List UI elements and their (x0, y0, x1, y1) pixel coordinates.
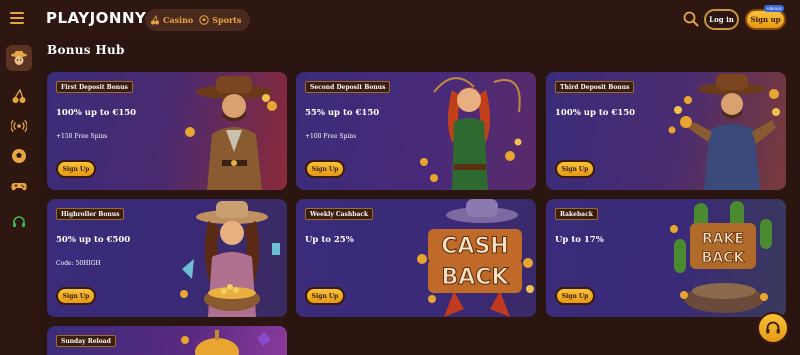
gamepad-icon[interactable] (11, 178, 27, 194)
hamburger-menu-icon[interactable] (10, 12, 24, 24)
sports-tab[interactable]: Sports (199, 15, 241, 25)
bonus-card-rakeback: RAKE BACK Rakeback Up to 17% Sign Up (546, 199, 786, 317)
cash-back-illustration: CASH BACK (417, 199, 534, 317)
card-subtext: +100 Free Spins (305, 133, 357, 140)
cowgirl-gold-pot-illustration (180, 201, 280, 317)
search-icon[interactable] (683, 11, 699, 27)
page-title: Bonus Hub (47, 43, 125, 57)
back-art-text: BACK (702, 250, 746, 266)
login-button[interactable]: Log in (704, 9, 739, 30)
logo[interactable]: PLAYJONNY (46, 9, 146, 27)
casino-tab-label: Casino (163, 15, 194, 25)
sign-up-button[interactable]: Sign Up (56, 287, 96, 305)
soccer-ball-icon (199, 15, 209, 25)
live-broadcast-icon[interactable] (11, 118, 27, 134)
bonus-card-second-deposit: Second Deposit Bonus 55% up to €150 +100… (296, 72, 536, 190)
card-label: First Deposit Bonus (56, 81, 133, 93)
signup-button[interactable]: Sign up (745, 9, 786, 30)
category-switch: Casino Sports (145, 9, 250, 31)
card-label: Rakeback (555, 208, 598, 220)
cherries-icon[interactable] (11, 88, 27, 104)
bonus-card-third-deposit: Third Deposit Bonus 100% up to €150 Sign… (546, 72, 786, 190)
card-label: Sunday Reload (56, 335, 116, 347)
sports-tab-label: Sports (212, 15, 242, 25)
sign-up-button[interactable]: Sign Up (555, 287, 595, 305)
support-chat-button[interactable] (757, 312, 789, 344)
back-art-text: BACK (442, 265, 510, 290)
cowboy-mascot-icon[interactable] (6, 45, 32, 71)
sign-up-button[interactable]: Sign Up (555, 160, 595, 178)
cherries-icon (150, 15, 160, 25)
card-label: Highroller Bonus (56, 208, 125, 220)
bonus-card-first-deposit: First Deposit Bonus 100% up to €150 +150… (47, 72, 287, 190)
cash-art-text: CASH (441, 234, 508, 259)
bonus-card-highroller: Highroller Bonus 50% up to €500 Code: 50… (47, 199, 287, 317)
cowgirl-lasso-illustration (420, 77, 522, 190)
card-label: Weekly Cashback (305, 208, 374, 220)
soccer-ball-icon[interactable] (11, 148, 27, 164)
bonus-card-sunday-reload: Sunday Reload (47, 326, 287, 355)
sign-up-button[interactable]: Sign Up (305, 160, 345, 178)
casino-tab[interactable]: Casino (150, 15, 193, 25)
signup-badge: +bonus (764, 5, 784, 12)
card-offer: 55% up to €150 (305, 108, 380, 118)
headset-icon[interactable] (11, 214, 27, 230)
card-offer: Up to 25% (305, 235, 354, 245)
card-offer: 50% up to €500 (56, 235, 131, 245)
cowboy-illustration (185, 76, 277, 190)
card-subtext: +150 Free Spins (56, 133, 108, 140)
sign-up-button[interactable]: Sign Up (56, 160, 96, 178)
card-offer: 100% up to €150 (56, 108, 137, 118)
card-label: Second Deposit Bonus (305, 81, 391, 93)
card-subtext: Code: 50HIGH (56, 260, 101, 267)
bonus-card-weekly-cashback: CASH BACK Weekly Cashback Up to 25% Sign… (296, 199, 536, 317)
rake-back-cactus-illustration: RAKE BACK (670, 201, 772, 313)
rake-art-text: RAKE (702, 231, 744, 247)
card-offer: Up to 17% (555, 235, 604, 245)
cowboy-coins-illustration (668, 74, 780, 190)
headset-icon (766, 321, 780, 334)
sunday-reload-illustration (181, 330, 271, 355)
sign-up-button[interactable]: Sign Up (305, 287, 345, 305)
card-label: Third Deposit Bonus (555, 81, 635, 93)
card-offer: 100% up to €150 (555, 108, 636, 118)
